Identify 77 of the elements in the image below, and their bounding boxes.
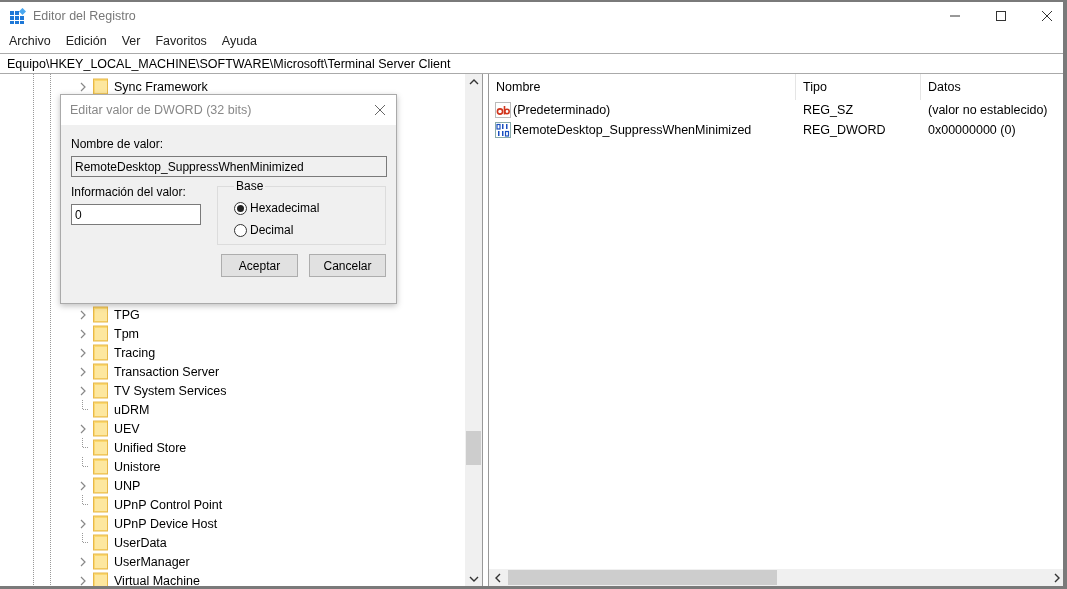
address-field[interactable]: Equipo\HKEY_LOCAL_MACHINE\SOFTWARE\Microsoft\Terminal Server Client (0, 53, 1063, 74)
tree-item[interactable]: UserData (114, 535, 167, 550)
folder-icon (93, 439, 108, 456)
tree-item[interactable]: uDRM (114, 402, 150, 417)
table-cell-text: REG_DWORD (802, 123, 887, 137)
binary-value-icon (495, 122, 511, 138)
menu-item[interactable]: Favoritos (155, 34, 207, 48)
folder-icon (93, 534, 108, 551)
group-label: Base (235, 179, 265, 193)
window-title: Editor del Registro (33, 9, 136, 23)
menu-item[interactable]: Ver (121, 34, 141, 48)
maximize-icon[interactable] (995, 10, 1007, 22)
folder-icon (93, 515, 108, 532)
column-header[interactable]: Datos (921, 74, 1061, 100)
dialog-title: Editar valor de DWORD (32 bits) (70, 103, 252, 117)
menu-item[interactable]: Ayuda (221, 34, 258, 48)
folder-icon (93, 325, 108, 342)
value-name[interactable]: (Predeterminado) (513, 103, 611, 117)
radio-icon[interactable] (234, 223, 247, 237)
folder-icon (93, 363, 108, 380)
dialog-button[interactable]: Cancelar (309, 254, 386, 277)
value-name[interactable]: RemoteDesktop_SuppressWhenMinimized (513, 123, 752, 137)
tree-item[interactable]: UPnP Control Point (114, 497, 223, 512)
radio-selected-icon[interactable] (234, 201, 247, 215)
field-label: Información del valor: (71, 185, 187, 199)
folder-icon (93, 458, 108, 475)
radio-option[interactable]: Hexadecimal (234, 197, 375, 219)
tree-item[interactable]: Tracing (114, 345, 156, 360)
tree-connector (82, 400, 88, 410)
folder-icon (93, 572, 108, 586)
tree-item[interactable]: Unistore (114, 459, 161, 474)
menu-item[interactable]: Edición (65, 34, 107, 48)
tree-item[interactable]: Tpm (114, 326, 139, 341)
tree-item[interactable]: UserManager (114, 554, 190, 569)
close-icon[interactable] (374, 104, 386, 116)
tree-connector (82, 495, 88, 505)
app-icon (10, 8, 26, 24)
column-header[interactable]: Tipo (796, 74, 921, 100)
scroll-thumb[interactable] (466, 431, 481, 465)
folder-icon (93, 382, 108, 399)
tree-item[interactable]: Transaction Server (114, 364, 220, 379)
tree-item[interactable]: TPG (114, 307, 140, 322)
folder-icon (93, 496, 108, 513)
folder-icon (93, 420, 108, 437)
scroll-left-icon[interactable] (494, 572, 502, 583)
field-label: Nombre de valor: (71, 137, 165, 151)
value-name-field[interactable]: RemoteDesktop_SuppressWhenMinimized (71, 156, 387, 177)
column-header[interactable]: Nombre (489, 74, 796, 100)
close-icon[interactable] (1041, 10, 1053, 22)
folder-icon (93, 477, 108, 494)
table-cell-text: (valor no establecido) (927, 103, 1049, 117)
folder-icon (93, 401, 108, 418)
value-data-field[interactable]: 0 (71, 204, 201, 225)
folder-icon (93, 344, 108, 361)
tree-item[interactable]: Virtual Machine (114, 573, 200, 586)
scroll-up-icon[interactable] (468, 78, 479, 86)
tree-item[interactable]: TV System Services (114, 383, 227, 398)
scroll-right-icon[interactable] (1053, 572, 1061, 583)
tree-item[interactable]: UPnP Device Host (114, 516, 218, 531)
scroll-down-icon[interactable] (468, 575, 479, 583)
folder-icon (93, 306, 108, 323)
radio-option[interactable]: Decimal (234, 219, 375, 241)
table-cell-text: 0x00000000 (0) (927, 123, 1017, 137)
string-value-icon (495, 102, 511, 118)
vertical-scrollbar[interactable] (465, 74, 482, 586)
tree-item[interactable]: UNP (114, 478, 141, 493)
scroll-thumb[interactable] (508, 570, 777, 585)
menu-item[interactable]: Archivo (9, 34, 51, 48)
tree-item[interactable]: Unified Store (114, 440, 187, 455)
table-cell-text: REG_SZ (802, 103, 854, 117)
tree-item[interactable]: UEV (114, 421, 140, 436)
tree-connector (82, 533, 88, 543)
horizontal-scrollbar[interactable] (489, 569, 1063, 586)
tree-item[interactable]: Sync Framework (114, 79, 208, 94)
folder-icon (93, 553, 108, 570)
folder-icon (93, 78, 108, 95)
dialog-button[interactable]: Aceptar (221, 254, 298, 277)
